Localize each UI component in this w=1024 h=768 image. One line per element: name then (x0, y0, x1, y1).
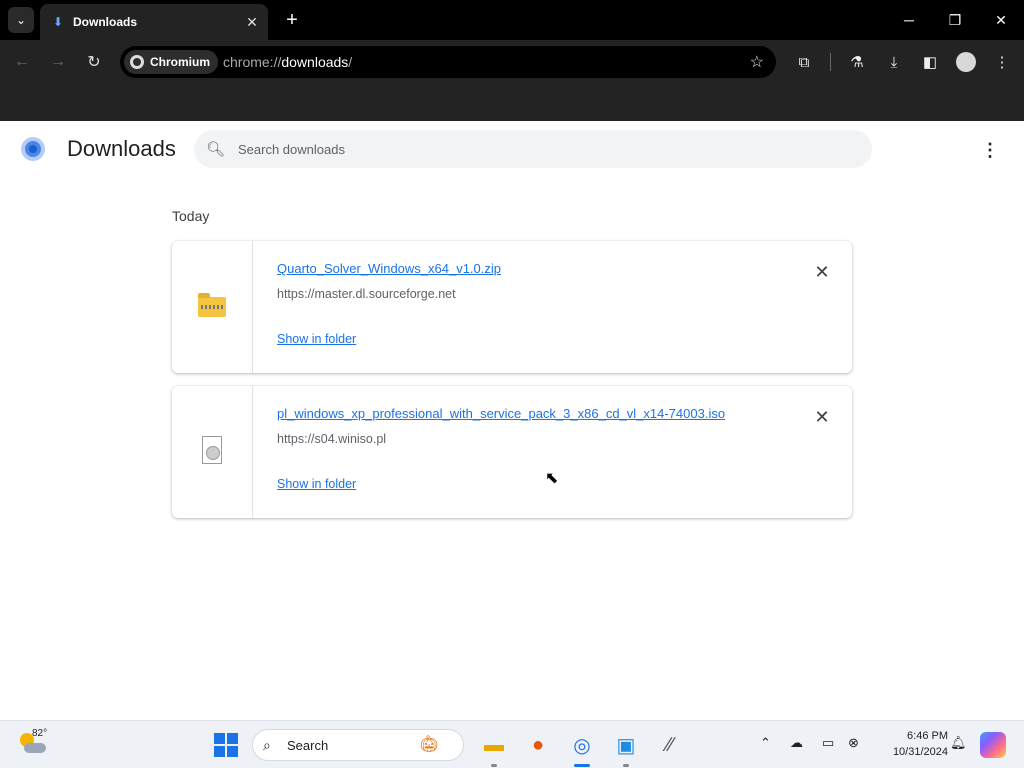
downloads-icon[interactable]: ⤓ (882, 50, 906, 74)
cloud-offline-icon[interactable]: ☁ (790, 735, 803, 751)
chromium-icon (130, 55, 144, 69)
download-item: pl_windows_xp_professional_with_service_… (172, 386, 852, 518)
profile-avatar[interactable] (956, 52, 976, 72)
inkscape-icon[interactable]: ∕∕ (656, 731, 684, 759)
chip-label: Chromium (150, 55, 210, 69)
show-in-folder-link[interactable]: Show in folder (277, 477, 356, 491)
clock-time: 6:46 PM (907, 730, 948, 742)
labs-flask-icon[interactable]: ⚗ (845, 50, 869, 74)
firefox-icon[interactable]: ● (524, 731, 552, 759)
close-window-button[interactable]: ✕ (979, 4, 1023, 36)
notification-bell-icon[interactable]: 🔔︎ (950, 735, 967, 751)
copilot-icon[interactable] (980, 732, 1006, 758)
toolbar-divider (830, 53, 831, 71)
file-source-url: https://master.dl.sourceforge.net (277, 287, 456, 301)
chromium-taskbar-icon[interactable]: ◎ (568, 731, 596, 767)
menu-kebab-icon[interactable]: ⋮ (990, 50, 1014, 74)
forward-button[interactable]: → (46, 50, 70, 74)
url-text[interactable]: chrome://downloads/ (223, 54, 352, 70)
search-input[interactable] (238, 139, 838, 159)
back-button[interactable]: ← (10, 50, 34, 74)
display-icon[interactable]: ▭ (822, 735, 834, 751)
mouse-cursor-icon: ⬉ (545, 470, 559, 487)
remove-close-icon[interactable]: ✕ (812, 407, 832, 427)
bookmark-star-icon[interactable]: ☆ (750, 52, 764, 72)
file-source-url: https://s04.winiso.pl (277, 432, 387, 446)
file-icon-column (172, 241, 253, 373)
browser-toolbar: ← → ↻ Chromium chrome://downloads/ ☆ ⧉ ⚗… (0, 40, 1024, 84)
file-name-link[interactable]: Quarto_Solver_Windows_x64_v1.0.zip (277, 261, 501, 276)
search-icon: ⌕ (263, 737, 271, 753)
reload-button[interactable]: ↻ (82, 50, 106, 74)
file-icon-column (172, 386, 253, 518)
side-panel-icon[interactable]: ◧ (918, 50, 942, 74)
file-name-link[interactable]: pl_windows_xp_professional_with_service_… (277, 406, 725, 421)
taskbar: 82° ⌕ Search 🎃︎ ▬ ● ◎ ▣ ∕∕ ⌃ ☁ ▭ ⊗ 6:46 … (0, 720, 1024, 768)
remove-close-icon[interactable]: ✕ (812, 262, 832, 282)
download-icon: ⬇ (52, 15, 64, 29)
taskbar-search-label: Search (287, 738, 329, 753)
taskbar-clock[interactable]: 6:46 PM 10/31/2024 (870, 728, 948, 760)
download-item: Quarto_Solver_Windows_x64_v1.0.zip https… (172, 241, 852, 373)
new-tab-button[interactable]: + (280, 8, 304, 32)
extensions-icon[interactable]: ⧉ (792, 50, 816, 74)
page-title: Downloads (67, 136, 176, 161)
virtualbox-icon[interactable]: ▣ (612, 731, 640, 767)
search-downloads[interactable]: 🔍︎ (194, 130, 872, 168)
show-in-folder-link[interactable]: Show in folder (277, 332, 356, 346)
start-button[interactable] (214, 733, 238, 757)
weather-widget[interactable]: 82° (18, 728, 48, 759)
address-bar[interactable]: Chromium chrome://downloads/ ☆ (120, 46, 776, 78)
tab-downloads[interactable]: ⬇ Downloads ✕ (40, 4, 268, 40)
zip-folder-icon (198, 293, 226, 317)
tab-title: Downloads (73, 15, 138, 29)
pumpkin-icon: 🎃︎ (419, 736, 440, 753)
search-icon: 🔍︎ (206, 141, 226, 158)
taskbar-search[interactable]: ⌕ Search 🎃︎ (252, 729, 464, 761)
tab-strip: ⌄ ⬇ Downloads ✕ + ─ ❐ ✕ (0, 0, 1024, 40)
file-explorer-icon[interactable]: ▬ (480, 731, 508, 767)
network-icon[interactable]: ⊗ (848, 735, 859, 751)
minimize-button[interactable]: ─ (887, 4, 931, 36)
weather-temp: 82° (32, 728, 48, 739)
chevron-up-icon[interactable]: ⌃ (760, 735, 771, 751)
clock-date: 10/31/2024 (892, 746, 948, 758)
cloud-icon (24, 743, 46, 753)
restore-button[interactable]: ❐ (933, 4, 977, 36)
bookmarks-bar (0, 84, 1024, 121)
tab-search-button[interactable]: ⌄ (8, 7, 34, 33)
close-icon[interactable]: ✕ (242, 12, 262, 32)
more-actions-icon[interactable]: ⋮ (978, 138, 1002, 162)
date-header: Today (172, 208, 210, 224)
chromium-logo-icon (21, 137, 45, 161)
site-info-chip[interactable]: Chromium (124, 50, 218, 74)
disc-image-icon (202, 436, 222, 464)
